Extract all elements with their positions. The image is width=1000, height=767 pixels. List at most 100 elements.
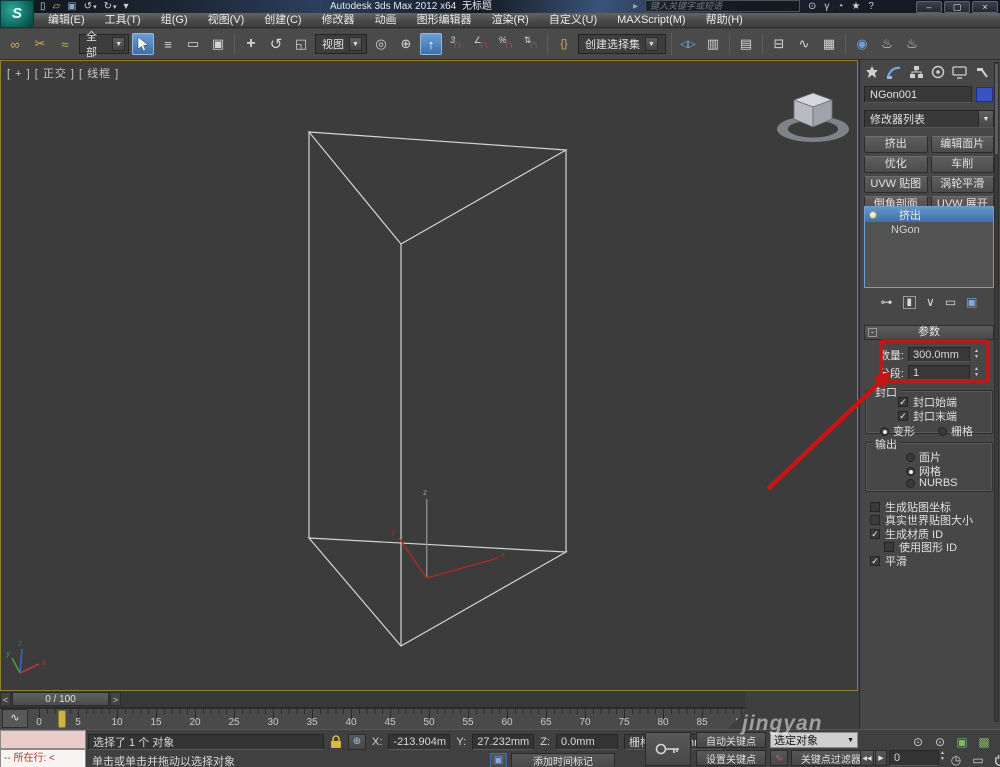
frame-forward-button[interactable]: > [110, 692, 121, 706]
search-icon[interactable]: ⊙ [808, 1, 816, 12]
viewport-orthographic[interactable]: [ + ] [ 正交 ] [ 线框 ] z y x z y x [0, 60, 858, 691]
grid-radio[interactable]: 栅格 [938, 423, 973, 439]
menu-item[interactable]: 帮助(H) [696, 13, 753, 28]
menu-item[interactable]: 视图(V) [198, 13, 255, 28]
use-shape-id-checkbox[interactable]: 使用图形 ID [884, 540, 957, 554]
zoom-extents-all-icon[interactable]: ▩ [974, 734, 994, 750]
select-and-rotate-icon[interactable]: ↺ [265, 33, 287, 55]
close-button[interactable]: × [972, 0, 998, 13]
open-file-icon[interactable]: ▱ [53, 1, 61, 12]
y-coord-field[interactable]: 27.232mm [472, 733, 535, 750]
modifier-list-dropdown[interactable]: 修改器列表 ▼ [864, 110, 994, 128]
percent-snap-icon[interactable]: % ∩ [495, 33, 517, 55]
segments-spinner-arrows[interactable]: ▲ ▼ [974, 367, 979, 378]
keyboard-shortcut-override-icon[interactable]: ↑ [420, 33, 442, 55]
redo-icon[interactable]: ↻ ▾ [104, 1, 117, 12]
time-configuration-icon[interactable]: ◷ [946, 752, 966, 767]
nurbs-radio[interactable]: NURBS [906, 477, 958, 489]
track-bar-ruler[interactable]: 0 5 10 15 20 25 30 35 40 45 50 55 60 65 70 75 80 85 90 [0, 708, 748, 729]
zoom-all-icon[interactable]: ⊙ [930, 734, 950, 750]
use-pivot-center-icon[interactable]: ◎ [370, 33, 392, 55]
set-keys-button[interactable] [645, 732, 691, 766]
amount-input[interactable]: 300.0mm [908, 347, 970, 362]
schematic-view-icon[interactable]: ▦ [818, 33, 840, 55]
amount-spinner-arrows[interactable]: ▲ ▼ [974, 349, 979, 360]
edit-named-selection-sets-icon[interactable]: {} [553, 33, 575, 55]
layer-manager-icon[interactable]: ▤ [735, 33, 757, 55]
add-time-tag-button[interactable]: 添加时间标记 [511, 752, 615, 767]
modifier-preset-button[interactable]: 挤出 [864, 136, 928, 153]
modifier-preset-button[interactable]: 编辑面片 [930, 136, 994, 153]
selection-filter-dropdown[interactable]: 全部 ▼ [79, 31, 129, 59]
modifier-preset-button[interactable]: 车削 [930, 156, 994, 173]
menu-item[interactable]: 渲染(R) [482, 13, 539, 28]
current-frame-field[interactable]: 0 [889, 750, 939, 766]
help-icon[interactable]: ? [868, 1, 874, 12]
named-selection-sets-dropdown[interactable]: 创建选择集 ▼ [578, 34, 666, 54]
selection-lock-icon[interactable] [330, 734, 342, 749]
render-setup-icon[interactable]: ⊟ [768, 33, 790, 55]
undo-icon[interactable]: ↺ ▾ [84, 1, 97, 12]
current-frame-marker[interactable] [58, 710, 66, 728]
material-editor-icon[interactable]: ◉ [851, 33, 873, 55]
menu-item[interactable]: 编辑(E) [38, 13, 95, 28]
object-color-swatch[interactable] [976, 87, 993, 102]
isolate-selection-icon[interactable]: ▣ [490, 752, 507, 767]
remove-modifier-icon[interactable]: ▭ [945, 295, 956, 309]
viewcube[interactable] [771, 85, 855, 147]
modifier-preset-button[interactable]: UVW 贴图 [864, 176, 928, 193]
stack-item-ngon[interactable]: NGon [865, 222, 993, 237]
modifier-stack[interactable]: 挤出 NGon [864, 206, 994, 288]
smooth-checkbox[interactable]: ✓ 平滑 [870, 554, 907, 568]
configure-modifier-sets-icon[interactable]: ▣ [966, 295, 977, 309]
maxscript-listener-pane[interactable]: -- 所在行: < [0, 749, 86, 767]
modifier-preset-button[interactable]: 涡轮平滑 [930, 176, 994, 193]
panel-scrollbar[interactable] [994, 62, 999, 722]
set-key-button[interactable]: 设置关键点 [696, 750, 766, 766]
rollout-collapse-icon[interactable]: - [868, 328, 877, 337]
cap-end-checkbox[interactable]: ✓ 封口末端 [898, 409, 957, 423]
object-name-field[interactable]: NGon001 [864, 86, 972, 103]
rectangular-selection-region-icon[interactable]: ▭ [182, 33, 204, 55]
parameters-rollout-header[interactable]: - 参数 [864, 325, 994, 340]
maximize-button[interactable]: ▢ [944, 0, 970, 13]
minimize-button[interactable]: – [916, 0, 942, 13]
qat-overflow-icon[interactable]: ▾ [123, 1, 128, 12]
select-by-name-icon[interactable]: ≡ [157, 33, 179, 55]
infocenter-search-input[interactable] [645, 0, 800, 12]
zoom-region-icon[interactable]: ▭ [968, 752, 988, 767]
play-animation-icon[interactable]: ▶ [875, 750, 887, 766]
unlink-selection-icon[interactable]: ✂ [29, 33, 51, 55]
render-iterative-teapot-icon[interactable]: ♨ [901, 33, 923, 55]
spinner-snap-icon[interactable]: ⇅ ∩ [520, 33, 542, 55]
select-and-link-icon[interactable]: ∞ [4, 33, 26, 55]
menu-item[interactable]: MAXScript(M) [607, 13, 695, 28]
communication-center-icon[interactable]: ◔ [837, 1, 843, 12]
select-and-move-icon[interactable]: + [240, 33, 262, 55]
tab-create-icon[interactable] [862, 63, 882, 81]
zoom-extents-icon[interactable]: ▣ [952, 734, 972, 750]
render-production-teapot-icon[interactable]: ♨ [876, 33, 898, 55]
wrench-icon[interactable]: γ [824, 1, 829, 12]
x-coord-field[interactable]: -213.904m [388, 733, 451, 750]
make-unique-icon[interactable]: ∨ [926, 295, 935, 309]
modifier-list-arrow-icon[interactable]: ▼ [978, 111, 993, 127]
tab-display-icon[interactable] [950, 63, 970, 81]
real-world-map-size-checkbox[interactable]: 真实世界贴图大小 [870, 513, 973, 527]
snap-toggle-3d-icon[interactable]: 3 ∩ [445, 33, 467, 55]
save-file-icon[interactable]: ▣ [67, 1, 76, 12]
frame-back-button[interactable]: < [0, 692, 11, 706]
cap-start-checkbox[interactable]: ✓ 封口始端 [898, 395, 957, 409]
max-logo-button[interactable]: S [0, 0, 34, 28]
select-and-manipulate-icon[interactable]: ⊕ [395, 33, 417, 55]
bind-to-spacewarp-icon[interactable]: ≈ [54, 33, 76, 55]
modifier-onoff-bulb-icon[interactable] [869, 210, 877, 219]
tab-modify-icon[interactable] [884, 63, 904, 81]
absolute-mode-toggle-icon[interactable]: ⊕ [348, 733, 366, 750]
menu-item[interactable]: 组(G) [151, 13, 198, 28]
curve-editor-icon[interactable]: ∿ [793, 33, 815, 55]
menu-item[interactable]: 自定义(U) [539, 13, 607, 28]
mini-curve-editor-button[interactable]: ∿ [2, 709, 28, 728]
select-and-scale-icon[interactable]: ◱ [290, 33, 312, 55]
stack-item-extrude[interactable]: 挤出 [865, 207, 993, 222]
